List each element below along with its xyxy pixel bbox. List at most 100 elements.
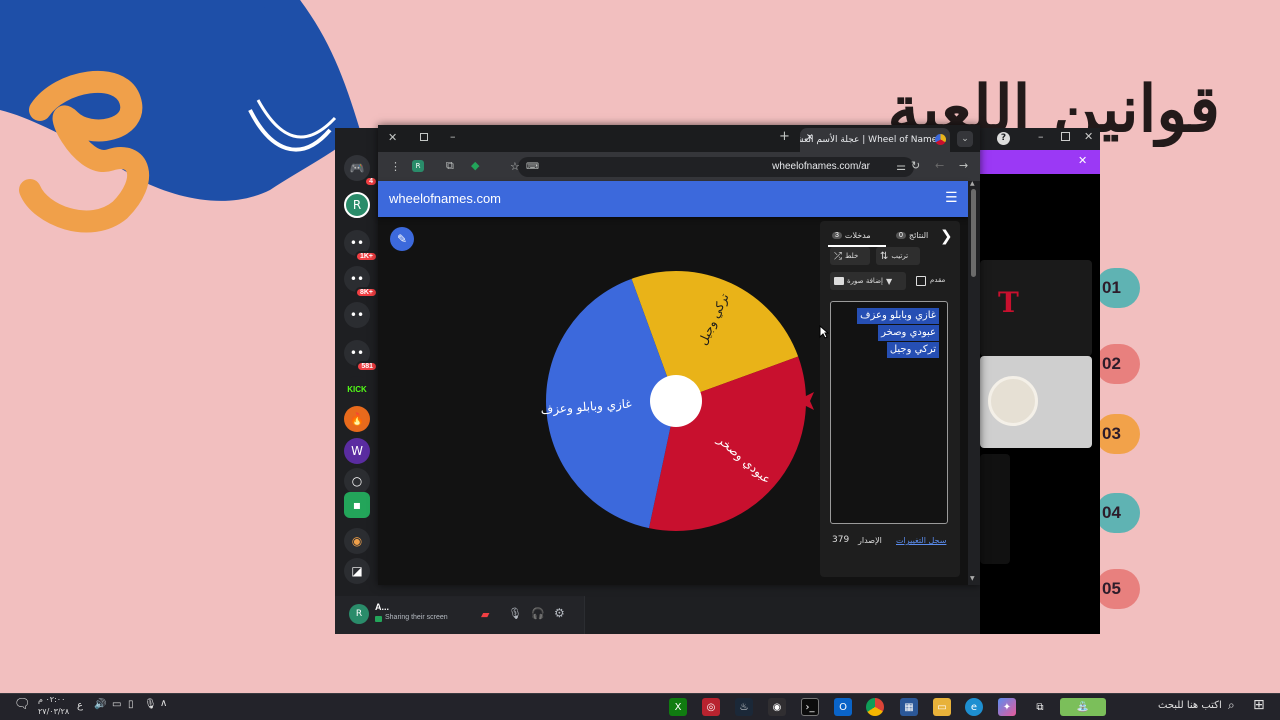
server-folder-icon[interactable]: •• 581 <box>344 340 378 372</box>
version-label: الإصدار <box>858 536 882 545</box>
battery-icon[interactable]: ▯ <box>128 699 134 710</box>
server-folder-icon[interactable]: •• 1K+ <box>344 230 378 262</box>
w-server-icon[interactable]: W <box>344 438 370 464</box>
minimize-window-icon[interactable]: – <box>450 130 456 144</box>
profile-icon[interactable]: R <box>412 160 424 172</box>
site-brand[interactable]: wheelofnames.com <box>389 191 501 206</box>
sort-button[interactable]: ⇅ ترتيب <box>876 247 920 265</box>
new-tab-icon[interactable]: + <box>779 130 790 144</box>
volume-icon[interactable]: 🔊 <box>94 699 106 710</box>
scroll-up-icon[interactable]: ▲ <box>970 180 975 187</box>
reload-icon[interactable]: ↻ <box>911 159 920 173</box>
participant-tile[interactable] <box>980 356 1092 448</box>
address-bar[interactable]: ☆ ⌨ wheelofnames.com/ar ⚌ <box>510 157 914 177</box>
obs-icon[interactable]: ◉ <box>768 698 786 716</box>
maximize-icon[interactable] <box>1061 132 1070 141</box>
task-view-icon[interactable]: ⧉ <box>1031 698 1049 716</box>
user-status: Sharing their screen <box>385 614 448 621</box>
server-icon[interactable]: ○ <box>344 468 370 494</box>
chrome-icon[interactable] <box>866 698 884 716</box>
bookmark-star-icon[interactable]: ☆ <box>510 160 520 174</box>
xbox-icon[interactable]: X <box>669 698 687 716</box>
app-icon[interactable]: ◎ <box>702 698 720 716</box>
network-icon[interactable]: ▭ <box>112 699 121 710</box>
fire-server-icon[interactable]: 🔥 <box>344 406 370 432</box>
settings-gear-icon[interactable]: ⚙ <box>554 606 565 620</box>
back-icon[interactable]: → <box>959 159 968 173</box>
close-icon[interactable]: ✕ <box>1078 154 1087 167</box>
translate-icon[interactable]: ⌨ <box>526 160 539 174</box>
wheel-center-hub[interactable] <box>650 375 702 427</box>
tab-close-icon[interactable]: ✕ <box>806 133 814 143</box>
edge-icon[interactable]: e <box>965 698 983 716</box>
collapse-arrow-icon[interactable]: ❯ <box>940 227 953 245</box>
tab-search-icon[interactable]: ⌄ <box>957 131 973 147</box>
server-folder-icon[interactable]: •• <box>344 302 370 328</box>
search-icon[interactable]: ⌕ <box>1228 698 1235 713</box>
outlook-icon[interactable]: O <box>834 698 852 716</box>
scrollbar-thumb[interactable] <box>971 189 976 277</box>
tray-overflow-icon[interactable]: ∧ <box>160 698 167 709</box>
avatar[interactable]: R <box>349 604 369 624</box>
microphone-icon[interactable]: 🎙 <box>508 607 522 620</box>
maximize-window-icon[interactable] <box>420 133 428 141</box>
close-window-icon[interactable]: ✕ <box>388 131 397 145</box>
advanced-label: مقدم <box>930 276 946 284</box>
headphones-icon[interactable]: 🎧 <box>531 607 545 620</box>
page-scrollbar[interactable]: ▲ ▼ <box>968 180 980 585</box>
stop-share-icon[interactable]: ▰ <box>481 608 489 621</box>
url-text[interactable]: wheelofnames.com/ar <box>772 161 870 172</box>
server-folder-icon[interactable]: •• 8K+ <box>344 266 378 298</box>
server-icon[interactable]: ▪ <box>344 492 370 518</box>
file-explorer-icon[interactable]: ▭ <box>933 698 951 716</box>
participant-tile[interactable]: T <box>980 260 1092 356</box>
taskbar-search-input[interactable]: اكتب هنا للبحث <box>1158 700 1222 711</box>
terminal-icon[interactable]: ›_ <box>801 698 819 716</box>
server-icon[interactable]: R <box>344 192 370 218</box>
entries-panel: ❯ 0 النتائج 3 مدخلات ⤮ خلط ⇅ ترتيب إضافة… <box>820 221 960 577</box>
site-settings-icon[interactable]: ⚌ <box>896 160 906 174</box>
store-icon[interactable]: ▦ <box>900 698 918 716</box>
extension-icon[interactable]: ◆ <box>471 159 479 173</box>
image-icon <box>834 277 844 285</box>
microphone-tray-icon[interactable]: 🎙 <box>144 699 157 710</box>
participant-avatar <box>988 376 1038 426</box>
server-sidebar: 🎮 4 R •• 1K+ •• 8K+ •• •• 581 KICK 🔥 W ○ ▪ ◉… <box>335 150 378 596</box>
extensions-icon[interactable]: ⧉ <box>446 159 454 173</box>
entries-textarea[interactable]: غازي وبابلو وعزف عبودي وصخر تركي وجيل <box>830 301 948 524</box>
search-highlight-icon[interactable]: ⛲ <box>1060 698 1106 716</box>
user-name: A... <box>375 602 390 612</box>
steam-icon[interactable]: ♨ <box>735 698 753 716</box>
tab-wheel-of-names[interactable]: Wheel of Names | عجلة الأسم العشوائي ✕ <box>800 128 950 152</box>
forward-icon[interactable]: ← <box>935 159 944 173</box>
language-indicator[interactable]: ع <box>77 700 83 711</box>
participant-tile[interactable] <box>980 454 1010 564</box>
close-icon[interactable]: ✕ <box>1084 130 1093 143</box>
notifications-icon[interactable]: 🗨 <box>14 697 31 712</box>
shuffle-button[interactable]: ⤮ خلط <box>830 247 870 265</box>
discord-home-icon[interactable]: 🎮 4 <box>344 155 378 187</box>
kick-server-icon[interactable]: KICK <box>344 376 370 402</box>
help-icon[interactable]: ? <box>997 132 1010 145</box>
advanced-checkbox[interactable] <box>916 276 926 286</box>
rss-icon[interactable]: ◉ <box>344 528 370 554</box>
user-panel: R A... Sharing their screen ▰ 🎙 🎧 ⚙ <box>335 596 585 634</box>
minimize-icon[interactable]: – <box>1038 130 1044 143</box>
edit-pencil-icon[interactable]: ✎ <box>390 227 414 251</box>
hamburger-menu-icon[interactable]: ☰ <box>945 190 958 206</box>
slide-number-02: 02 <box>1096 344 1140 384</box>
tab-results[interactable]: 0 النتائج <box>896 231 928 240</box>
tab-entries[interactable]: 3 مدخلات <box>832 231 871 240</box>
name-wheel[interactable]: تركي وجيلعبودي وصخرغازي وبابلو وعزف <box>541 266 811 536</box>
copilot-icon[interactable]: ✦ <box>998 698 1016 716</box>
menu-kebab-icon[interactable]: ⋮ <box>390 160 401 174</box>
server-icon[interactable]: ◪ <box>344 558 370 584</box>
taskbar: 🗨 ٠٢:٠٠ م ٢٧/٠٣/٢٨ ع 🔊 ▭ ▯ 🎙 ∧ X ◎ ♨ ◉ ›… <box>0 693 1280 720</box>
taskbar-time[interactable]: ٠٢:٠٠ م <box>38 695 65 704</box>
windows-start-icon[interactable]: ⊞ <box>1253 697 1265 713</box>
add-image-button[interactable]: إضافة صورة ▼ <box>830 272 906 290</box>
taskbar-date[interactable]: ٢٧/٠٣/٢٨ <box>38 707 69 716</box>
browser-window: ✕ – + Wheel of Names | عجلة الأسم العشوا… <box>378 125 980 585</box>
scroll-down-icon[interactable]: ▼ <box>970 575 975 582</box>
changelog-link[interactable]: سجل التغييرات <box>896 536 946 545</box>
